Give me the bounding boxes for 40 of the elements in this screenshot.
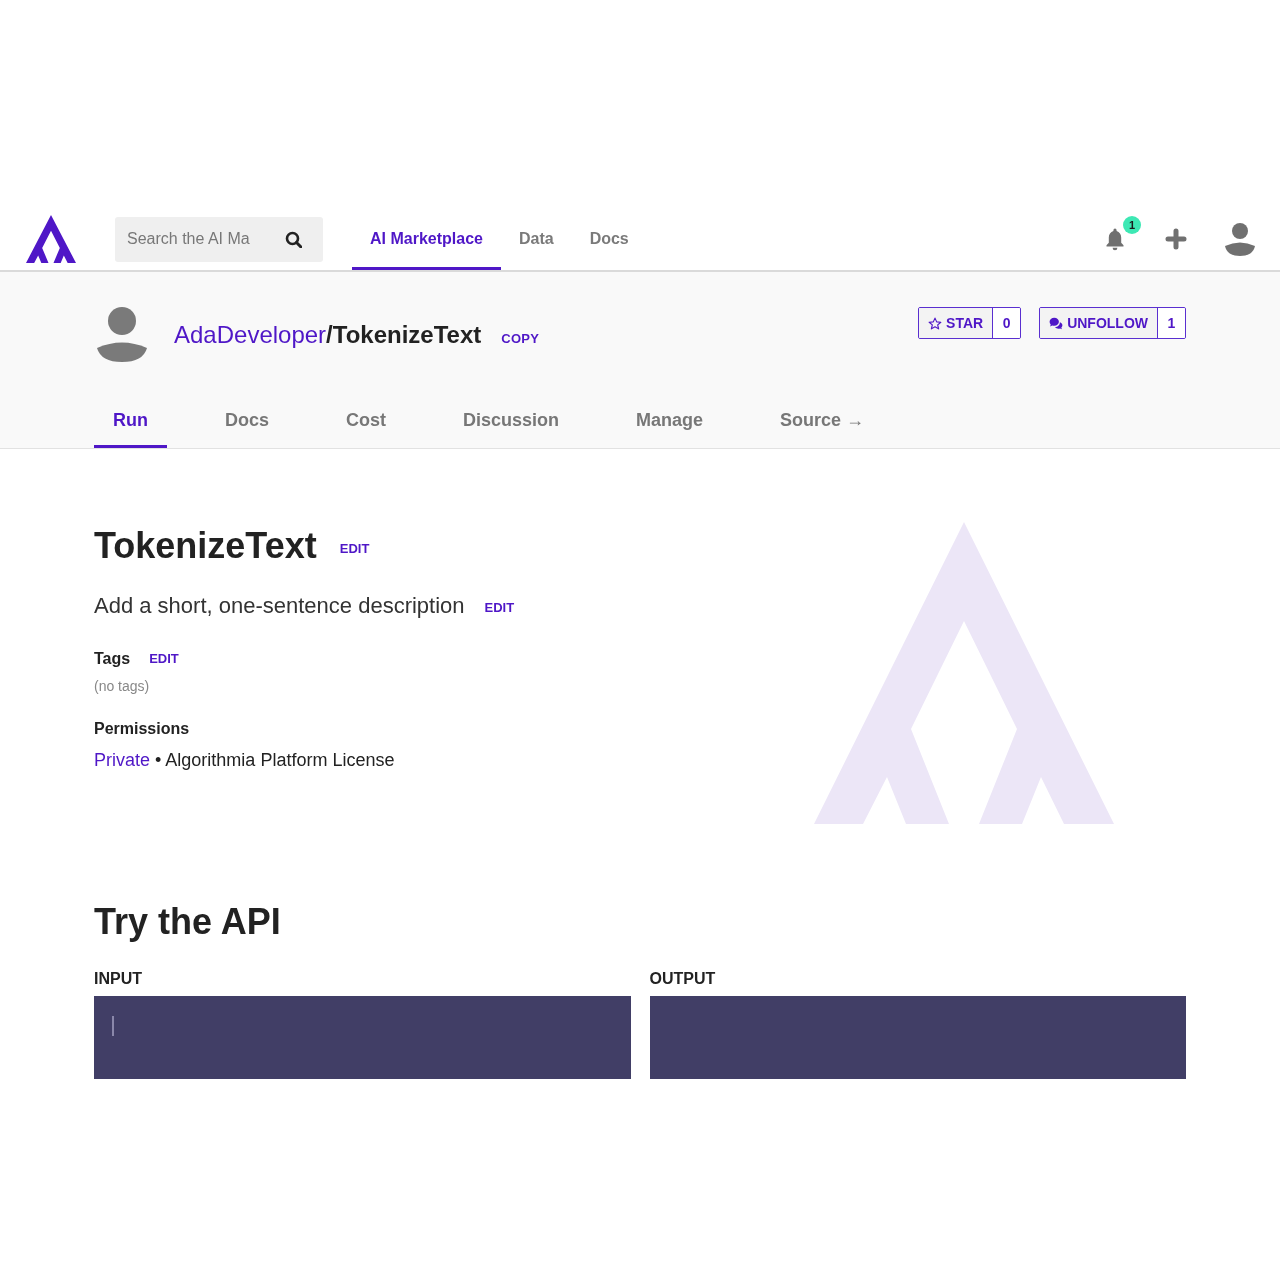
nav-tab[interactable]: Data	[500, 208, 572, 270]
page-tab[interactable]: Source →	[761, 396, 884, 448]
page-tab[interactable]: Cost	[327, 396, 405, 448]
search-icon	[284, 230, 302, 248]
star-button[interactable]: STAR	[919, 308, 993, 338]
search-button[interactable]	[263, 216, 323, 262]
user-icon[interactable]	[1225, 222, 1255, 256]
input-field[interactable]	[94, 996, 631, 1079]
page-tab[interactable]: Docs	[206, 396, 288, 448]
search-field[interactable]: Search the AI Ma	[115, 216, 263, 262]
unfollow-count: 1	[1157, 308, 1185, 338]
output-label: OUTPUT	[649, 969, 717, 989]
section-heading: Try the API	[94, 900, 282, 944]
logo-icon[interactable]	[26, 215, 76, 263]
input-label: INPUT	[94, 969, 143, 989]
algorithm-title: TokenizeText	[94, 524, 317, 568]
star-icon	[928, 316, 943, 330]
nav-tab[interactable]: Docs	[571, 208, 647, 270]
page-tab[interactable]: Discussion	[444, 396, 579, 448]
edit-button[interactable]: EDIT	[339, 539, 370, 559]
star-count: 0	[992, 308, 1021, 338]
repo-title: AdaDeveloper/TokenizeText	[174, 319, 482, 350]
page-tab[interactable]: Manage	[617, 396, 723, 448]
unfollow-button[interactable]: UNFOLLOW	[1040, 308, 1157, 338]
no-tags-text: (no tags)	[94, 677, 150, 696]
user-silhouette-icon	[97, 307, 147, 362]
owner-link[interactable]: AdaDeveloper	[174, 320, 327, 348]
plus-icon[interactable]	[1165, 228, 1187, 250]
edit-button[interactable]: EDIT	[484, 597, 515, 618]
private-link[interactable]: Private	[94, 750, 151, 770]
permissions-text: Private • Algorithmia Platform License	[94, 749, 395, 772]
copy-button[interactable]: COPY	[501, 328, 540, 348]
text-cursor	[112, 1016, 114, 1036]
page-tab[interactable]: Run	[94, 396, 167, 448]
description-text: Add a short, one-sentence description	[94, 592, 465, 620]
chat-bubbles-icon	[1049, 316, 1064, 330]
tags-label: Tags	[94, 649, 131, 669]
permissions-label: Permissions	[94, 719, 190, 739]
edit-button[interactable]: EDIT	[149, 649, 179, 669]
notification-badge: 1	[1123, 216, 1141, 234]
